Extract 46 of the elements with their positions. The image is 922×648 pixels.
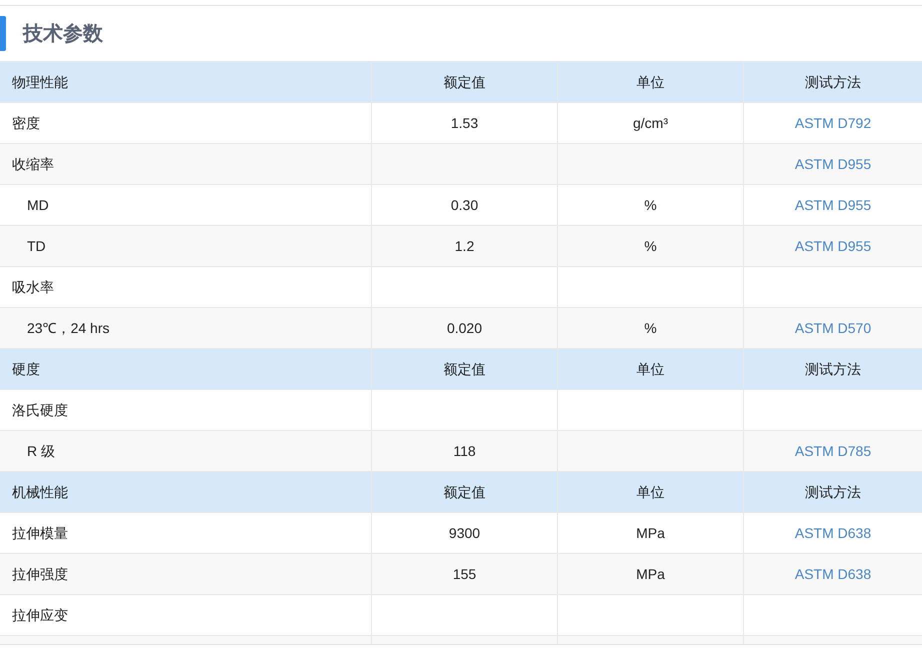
column-header: 单位: [636, 72, 664, 92]
column-header: 额定值: [444, 72, 486, 92]
table-cell-text: 0.020: [446, 318, 482, 338]
test-method-link[interactable]: ASTM D792: [794, 112, 872, 134]
column-header: 单位: [636, 482, 664, 502]
table-cell-text: 拉伸应变: [12, 606, 68, 624]
table-cell-text: MPa: [636, 564, 665, 584]
column-header: 额定值: [444, 482, 486, 502]
table-cell-text: 吸水率: [12, 278, 54, 296]
test-method-link[interactable]: ASTM D955: [794, 194, 872, 216]
test-method-link[interactable]: ASTM D638: [794, 522, 872, 544]
title-accent-bar: [0, 16, 6, 51]
table-cell-text: MPa: [636, 524, 665, 542]
table-cell-text: MD: [27, 196, 49, 214]
section-title: 技术参数: [23, 22, 103, 46]
test-method-link[interactable]: ASTM D638: [794, 564, 872, 584]
test-method-link[interactable]: ASTM D955: [794, 236, 872, 256]
table-cell-text: g/cm³: [633, 114, 668, 133]
column-header: 机械性能: [12, 482, 68, 502]
column-header: 测试方法: [805, 482, 861, 502]
table-cell-text: 1.2: [454, 236, 474, 256]
table-cell-text: 拉伸强度: [12, 564, 68, 584]
table-cell-text: %: [644, 318, 657, 338]
table-cell-text: R 级: [27, 442, 55, 460]
table-cell-text: %: [644, 196, 657, 214]
column-header: 物理性能: [12, 72, 68, 92]
table-cell-text: 洛氏硬度: [12, 400, 68, 420]
table-cell-text: 23℃，24 hrs: [27, 318, 110, 338]
table-cell-text: TD: [27, 236, 46, 256]
test-method-link[interactable]: ASTM D955: [794, 154, 872, 174]
table-cell-text: 1.53: [450, 114, 478, 132]
column-header: 测试方法: [805, 360, 861, 378]
column-header: 额定值: [444, 360, 486, 378]
column-header: 硬度: [12, 360, 40, 378]
table-cell-text: 155: [452, 564, 476, 584]
table-cell-text: 拉伸模量: [12, 524, 68, 542]
table-cell-text: 9300: [448, 524, 480, 542]
table-cell-text: 密度: [12, 114, 40, 132]
table-cell-text: 118: [453, 442, 476, 460]
table-cell-text: 0.30: [450, 196, 478, 214]
column-header: 测试方法: [805, 72, 861, 92]
test-method-link[interactable]: ASTM D570: [794, 318, 872, 338]
test-method-link[interactable]: ASTM D785: [794, 440, 872, 462]
column-header: 单位: [636, 360, 664, 378]
table-cell-text: %: [644, 236, 657, 256]
table-cell-text: 收缩率: [12, 154, 54, 174]
